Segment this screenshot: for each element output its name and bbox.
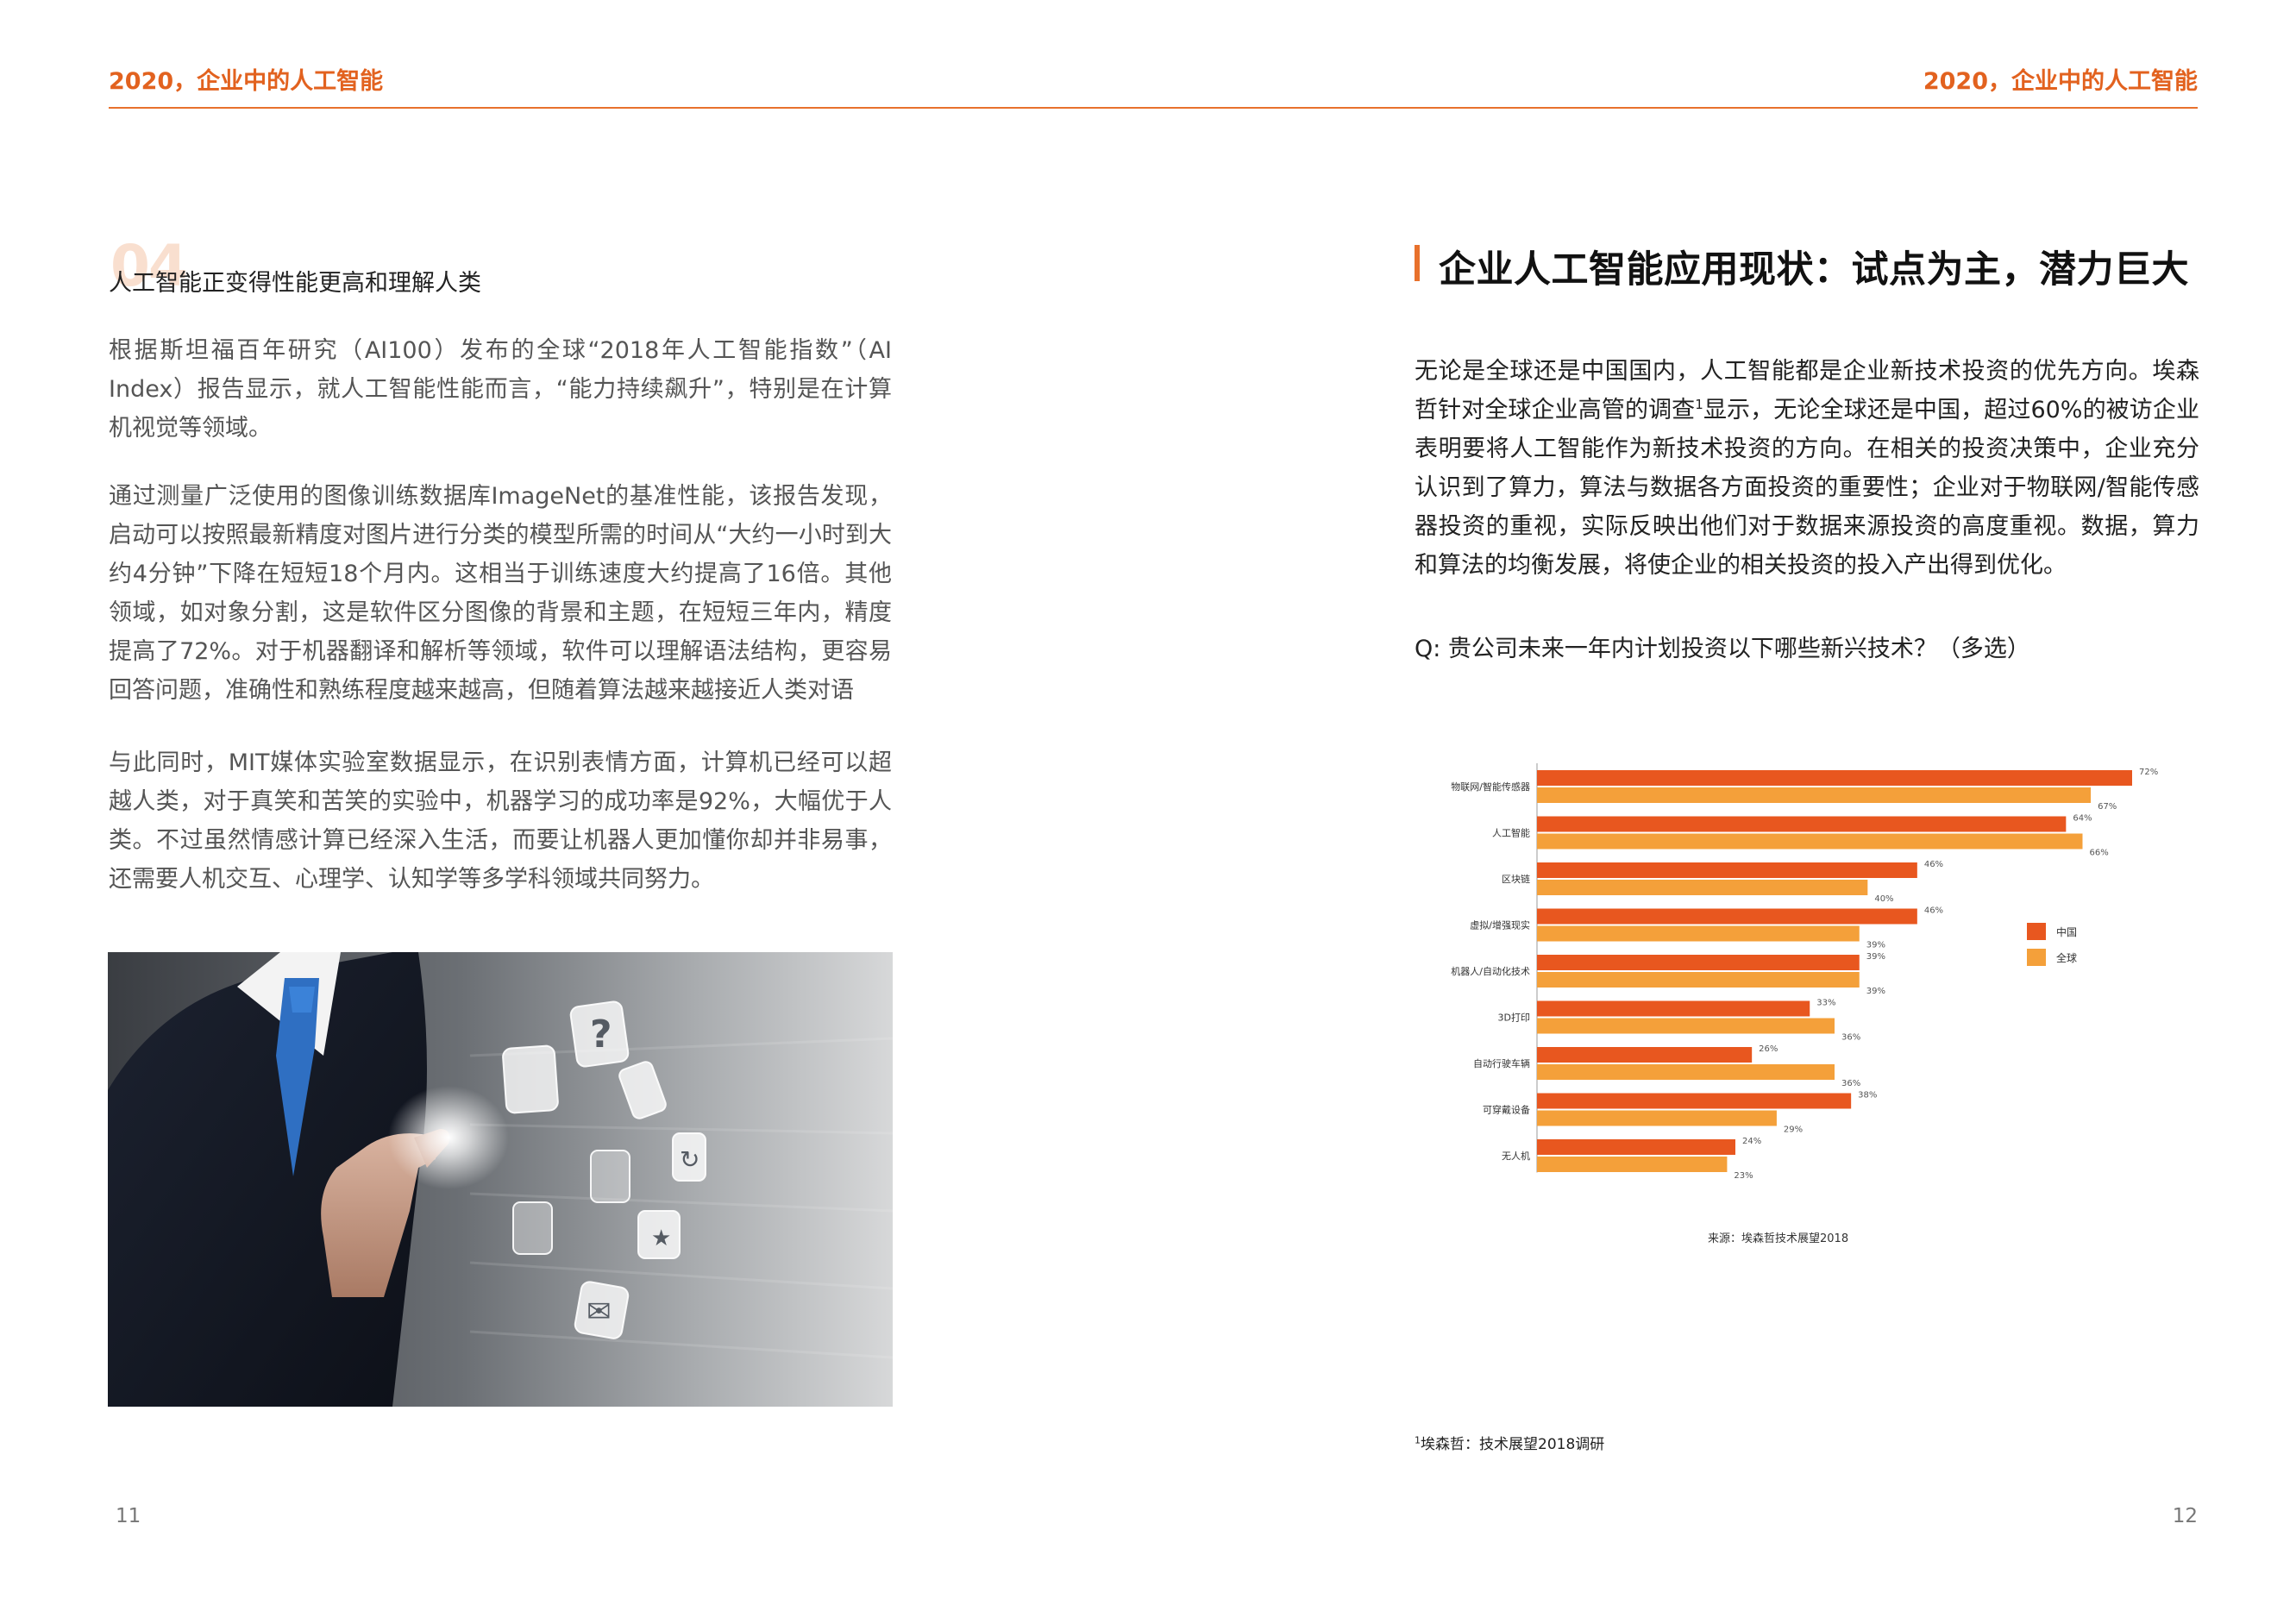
- footnote-mark: 1: [1415, 1434, 1421, 1446]
- data-label: 46%: [1924, 906, 1943, 916]
- bar-china: [1537, 1139, 1735, 1155]
- left-paragraph-1: 根据斯坦福百年研究（AI100）发布的全球“2018年人工智能指数”（AI In…: [109, 337, 892, 442]
- bar-global: [1537, 880, 1868, 895]
- bar-global: [1537, 833, 2083, 850]
- at-icon: [502, 1044, 559, 1114]
- legend-label: 全球: [2056, 951, 2077, 964]
- data-label: 36%: [1841, 1033, 1860, 1043]
- legend-swatch: [2027, 923, 2046, 940]
- category-label: 可穿戴设备: [1483, 1104, 1530, 1116]
- legend-swatch: [2027, 949, 2046, 966]
- bar-china: [1537, 816, 2067, 832]
- investment-bar-chart: 物联网/智能传感器 72% 67% 人工智能 64% 66% 区块链 46% 40% 虚拟/增强现…: [1451, 763, 2158, 1245]
- bar-china: [1537, 1047, 1753, 1063]
- category-label: 机器人/自动化技术: [1451, 965, 1530, 977]
- data-label: 33%: [1816, 999, 1835, 1008]
- data-label: 36%: [1841, 1079, 1860, 1088]
- left-paragraph-2: 通过测量广泛使用的图像训练数据库ImageNet的基准性能，该报告发现，启动可以…: [109, 483, 892, 704]
- svg-text:★: ★: [651, 1226, 671, 1251]
- data-label: 38%: [1858, 1091, 1877, 1100]
- survey-question: Q: 贵公司未来一年内计划投资以下哪些新兴技术？（多选）: [1415, 636, 2030, 662]
- data-label: 72%: [2139, 768, 2158, 777]
- category-label: 虚拟/增强现实: [1470, 919, 1530, 931]
- category-label: 人工智能: [1492, 827, 1530, 839]
- data-label: 39%: [1866, 987, 1885, 996]
- page-title: 企业人工智能应用现状：试点为主，潜力巨大: [1439, 248, 2189, 292]
- header-rule: [109, 107, 2198, 109]
- bar-global: [1537, 1064, 1835, 1080]
- data-label: 24%: [1742, 1137, 1761, 1146]
- bar-global: [1537, 1110, 1777, 1126]
- category-label: 3D打印: [1498, 1012, 1530, 1024]
- svg-text:↻: ↻: [680, 1145, 699, 1174]
- category-label: 区块链: [1502, 873, 1530, 885]
- data-label: 66%: [2090, 849, 2109, 858]
- bar-global: [1537, 787, 2092, 803]
- footnote-text: 埃森哲：技术展望2018调研: [1421, 1436, 1605, 1453]
- bar-china: [1537, 862, 1917, 878]
- data-label: 64%: [2073, 814, 2092, 824]
- bar-china: [1537, 1000, 1810, 1017]
- data-label: 67%: [2098, 802, 2117, 812]
- business-touch-photo: ? ★ ✉ ↻: [108, 952, 893, 1407]
- data-label: 39%: [1866, 952, 1885, 962]
- category-label: 物联网/智能传感器: [1451, 781, 1530, 793]
- page-number-left: 11: [116, 1505, 141, 1527]
- bar-global: [1537, 1018, 1835, 1034]
- svg-text:✉: ✉: [587, 1295, 612, 1329]
- bar-china: [1537, 955, 1860, 970]
- category-label: 无人机: [1502, 1150, 1530, 1162]
- data-label: 39%: [1866, 941, 1885, 950]
- data-label: 29%: [1784, 1126, 1803, 1135]
- chart-source: 来源：埃森哲技术展望2018: [1708, 1232, 1848, 1245]
- bar-global: [1537, 972, 1860, 988]
- data-label: 26%: [1759, 1044, 1778, 1054]
- right-paragraph: 无论是全球还是中国国内，人工智能都是企业新技术投资的优先方向。埃森哲针对全球企业…: [1415, 352, 2199, 585]
- category-label: 自动行驶车辆: [1473, 1057, 1530, 1069]
- left-paragraph-3: 与此同时，MIT媒体实验室数据显示，在识别表情方面，计算机已经可以超越人类，对于…: [109, 749, 892, 893]
- header-left-title: 2020，企业中的人工智能: [109, 68, 384, 95]
- right-paragraph-text-2: 显示，无论全球还是中国，超过60%的被访企业表明要将人工智能作为新技术投资的方向…: [1415, 397, 2200, 579]
- reference-mark: 1: [1695, 397, 1703, 412]
- light-glow: [388, 1086, 509, 1189]
- header-right-title: 2020，企业中的人工智能: [1923, 68, 2198, 95]
- data-label: 46%: [1924, 860, 1943, 869]
- bar-global: [1537, 925, 1860, 942]
- data-label: 23%: [1734, 1171, 1753, 1181]
- bar-china: [1537, 1093, 1852, 1109]
- data-label: 40%: [1874, 894, 1893, 904]
- bar-global: [1537, 1157, 1728, 1172]
- legend-label: 中国: [2056, 925, 2077, 938]
- bar-china: [1537, 908, 1917, 925]
- bar-china: [1537, 770, 2132, 786]
- page-number-right: 12: [2172, 1505, 2198, 1527]
- svg-text:?: ?: [590, 1013, 612, 1057]
- footnote: 1埃森哲：技术展望2018调研: [1415, 1432, 1604, 1453]
- section-subheading: 人工智能正变得性能更高和理解人类: [109, 270, 481, 297]
- title-accent-bar: [1415, 245, 1420, 281]
